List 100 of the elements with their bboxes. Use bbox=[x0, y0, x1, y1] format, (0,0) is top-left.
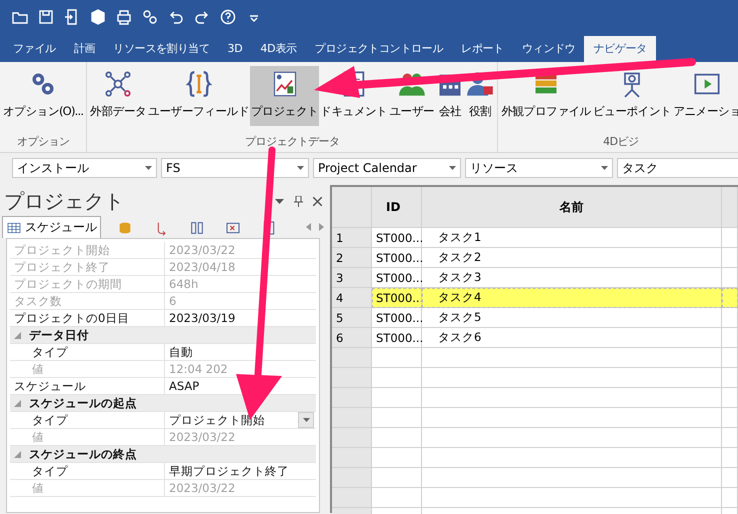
table-cell bbox=[722, 268, 738, 288]
ribbon-tab[interactable]: リソースを割り当て bbox=[104, 36, 219, 62]
table-cell: タスク4 bbox=[422, 288, 722, 308]
table-cell bbox=[722, 248, 738, 268]
property-value: 早期プロジェクト終了 bbox=[165, 463, 316, 480]
table-cell bbox=[722, 328, 738, 348]
dropdown-caret-icon bbox=[297, 166, 304, 170]
columns-icon bbox=[189, 220, 205, 236]
ribbon-tab[interactable]: ナビゲータ bbox=[584, 36, 656, 62]
close-icon[interactable] bbox=[313, 196, 322, 206]
property-label: 値 bbox=[10, 480, 165, 497]
table-cell bbox=[722, 308, 738, 328]
ribbon-button[interactable]: オプション(O)... bbox=[2, 66, 84, 126]
property-label: タイプ bbox=[10, 412, 165, 429]
table-cell: タスク3 bbox=[422, 268, 722, 288]
dropdown-caret-icon bbox=[449, 166, 456, 170]
property-label: プロジェクトの0日目 bbox=[10, 310, 165, 327]
property-group-header[interactable]: スケジュールの終点 bbox=[10, 446, 316, 463]
ribbon-button[interactable]: ビューポイント bbox=[592, 66, 672, 126]
user-lock-icon bbox=[466, 70, 494, 98]
ribbon-group-label: 4Dビジ bbox=[602, 134, 640, 150]
print-icon[interactable] bbox=[116, 8, 132, 24]
row-header-cell bbox=[332, 348, 372, 368]
property-group-header[interactable]: データ日付 bbox=[10, 327, 316, 344]
ribbon-group-label: プロジェクトデータ bbox=[244, 134, 340, 150]
filter-dropdown[interactable]: インストール bbox=[12, 158, 157, 178]
ribbon-button[interactable]: アニメーショ bbox=[672, 66, 738, 126]
ribbon-button[interactable]: 外部データ bbox=[89, 66, 148, 126]
property-label: プロジェクト開始 bbox=[10, 242, 165, 259]
cube-icon[interactable] bbox=[90, 8, 106, 24]
panel-tab[interactable]: スケジュール bbox=[2, 216, 101, 238]
ribbon-tab[interactable]: プロジェクトコントロール bbox=[306, 36, 452, 62]
row-header-cell bbox=[332, 368, 372, 388]
table-cell: ST000... bbox=[372, 228, 422, 248]
ribbon-button[interactable]: 役割 bbox=[465, 66, 496, 126]
property-label: プロジェクト終了 bbox=[10, 259, 165, 276]
header-cell bbox=[722, 187, 738, 228]
dropdown-caret-icon bbox=[601, 166, 608, 170]
table-cell bbox=[722, 288, 738, 308]
coins-icon bbox=[117, 220, 133, 236]
row-number: 1 bbox=[332, 228, 372, 248]
table-cell: タスク6 bbox=[422, 328, 722, 348]
filter-dropdown[interactable]: FS bbox=[161, 158, 309, 178]
ribbon-tab[interactable]: ファイル bbox=[4, 36, 65, 62]
save-icon[interactable] bbox=[38, 8, 54, 24]
header-cell bbox=[332, 187, 372, 228]
dropdown-caret-icon bbox=[302, 418, 310, 422]
row-number: 3 bbox=[332, 268, 372, 288]
row-header-cell bbox=[332, 428, 372, 448]
table-cell: ST000... bbox=[372, 288, 422, 308]
table-cell: ST000... bbox=[372, 268, 422, 288]
ribbon-button[interactable]: 会社 bbox=[435, 66, 466, 126]
ribbon-button[interactable]: 外観プロファイル bbox=[500, 66, 592, 126]
ribbon-tab[interactable]: 3D bbox=[218, 36, 252, 62]
pin-icon[interactable] bbox=[294, 196, 303, 206]
ribbon-button[interactable]: ユーザー bbox=[388, 66, 436, 126]
row-number: 6 bbox=[332, 328, 372, 348]
property-label: タスク数 bbox=[10, 293, 165, 310]
table-cell: タスク5 bbox=[422, 308, 722, 328]
dropdown-caret-icon[interactable] bbox=[275, 198, 284, 204]
property-label: スケジュール bbox=[10, 378, 165, 395]
help-icon[interactable] bbox=[220, 8, 236, 24]
ribbon-tab[interactable]: 4D表示 bbox=[251, 36, 306, 62]
ribbon-tab[interactable]: レポート bbox=[452, 36, 513, 62]
filter-dropdown[interactable]: リソース bbox=[465, 158, 613, 178]
ribbon-tab[interactable]: 計画 bbox=[64, 36, 104, 62]
braces-icon bbox=[184, 70, 213, 98]
network-icon bbox=[104, 70, 132, 98]
property-label: 値 bbox=[10, 429, 165, 446]
property-label: プロジェクトの期間 bbox=[10, 276, 165, 293]
gears-icon[interactable] bbox=[142, 8, 158, 24]
column-header[interactable]: 名前 bbox=[422, 187, 722, 228]
property-value: 648h bbox=[165, 276, 316, 293]
property-label: タイプ bbox=[10, 344, 165, 361]
ribbon-tab[interactable]: ウィンドウ bbox=[512, 36, 584, 62]
redo-icon[interactable] bbox=[194, 8, 210, 24]
panel-title: プロジェクト bbox=[4, 188, 124, 214]
row-number: 5 bbox=[332, 308, 372, 328]
table-cell: ST000... bbox=[372, 248, 422, 268]
row-header-cell bbox=[332, 468, 372, 488]
ribbon-group-label: オプション bbox=[16, 134, 70, 150]
table-cell: ST000... bbox=[372, 328, 422, 348]
table-cell: ST000... bbox=[372, 308, 422, 328]
row-header-cell bbox=[332, 388, 372, 408]
property-label: 値 bbox=[10, 361, 165, 378]
row-number: 4 bbox=[332, 288, 372, 308]
table-cell: タスク1 bbox=[422, 228, 722, 248]
dropdown-caret-icon bbox=[145, 166, 152, 170]
filter-dropdown[interactable]: タスク bbox=[617, 158, 738, 178]
row-header-cell bbox=[332, 448, 372, 468]
undo-icon[interactable] bbox=[168, 8, 184, 24]
ribbon-button[interactable]: ユーザーフィールド bbox=[147, 66, 250, 126]
column-header[interactable]: ID bbox=[372, 187, 422, 228]
property-value: 自動 bbox=[165, 344, 316, 361]
filter-dropdown[interactable]: Project Calendar bbox=[313, 158, 461, 178]
row-number: 2 bbox=[332, 248, 372, 268]
ribbon-button[interactable]: プロジェクト bbox=[250, 66, 320, 126]
property-group-header[interactable]: スケジュールの起点 bbox=[10, 395, 316, 412]
property-label: タイプ bbox=[10, 463, 165, 480]
table-cell: タスク2 bbox=[422, 248, 722, 268]
